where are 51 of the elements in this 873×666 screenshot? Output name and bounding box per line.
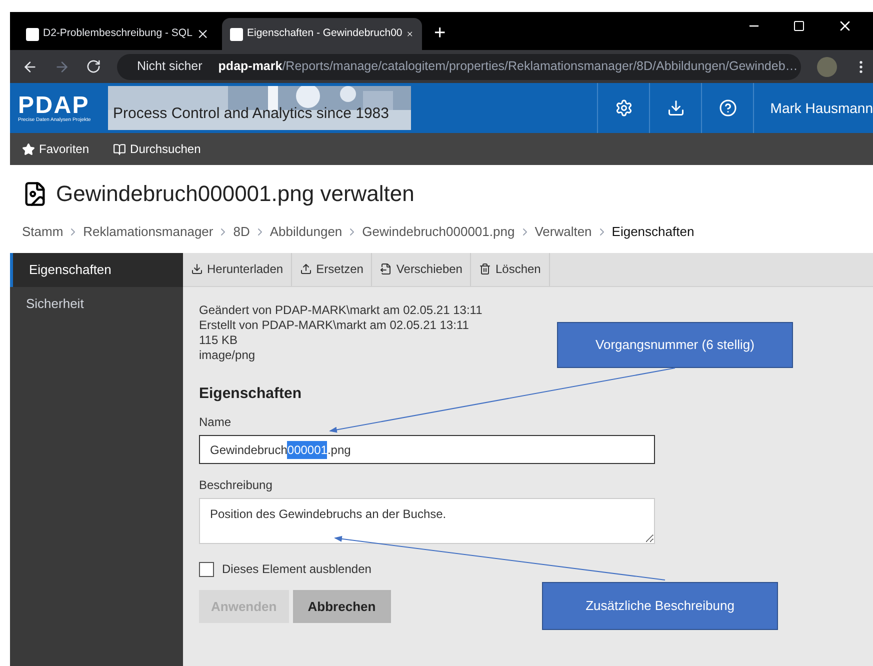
new-tab-button[interactable]: + <box>426 18 454 50</box>
forward-icon[interactable] <box>54 58 70 74</box>
field-label: Name <box>199 414 232 431</box>
help-icon[interactable] <box>718 99 737 117</box>
url-text: pdap-mark/Reports/manage/catalogitem/properties/Reklamationsmanager/8D/Abbildungen/Gewindeb… <box>218 58 798 76</box>
settings-icon[interactable] <box>614 99 633 117</box>
breadcrumb: Eigenschaften <box>612 223 694 241</box>
breadcrumb[interactable]: 8D <box>233 222 250 242</box>
meta-text: 115 KB <box>199 332 238 348</box>
checkbox[interactable] <box>199 562 214 576</box>
browser-tab[interactable]: Eigenschaften - Gewindebruch00 <box>222 18 422 50</box>
callout-box: Vorgangsnummer (6 stellig) <box>557 322 793 368</box>
meta-text: image/png <box>199 348 256 362</box>
cancel-button[interactable]: Abbrechen <box>292 590 391 623</box>
field-label: Beschreibung <box>199 477 272 494</box>
tab-title: D2-Problembeschreibung - SQL <box>43 26 192 42</box>
maximize-icon[interactable] <box>793 20 805 32</box>
file-arrow-icon[interactable] <box>380 263 392 275</box>
security-label: Nicht sicher <box>137 58 202 76</box>
sidebar-item[interactable]: Eigenschaften <box>10 252 183 286</box>
download-icon[interactable] <box>191 263 203 275</box>
page-title: Gewindebruch000001.png verwalten <box>56 180 414 208</box>
star-icon[interactable] <box>22 142 35 156</box>
breadcrumb[interactable]: Abbildungen <box>270 222 342 242</box>
toolbar-button[interactable]: Ersetzen <box>316 260 364 278</box>
sidebar-item[interactable]: Sicherheit <box>10 286 183 320</box>
section-title: Eigenschaften <box>199 384 302 404</box>
breadcrumb[interactable]: Reklamationsmanager <box>83 222 214 242</box>
description-field[interactable]: Position des Gewindebruchs an der Buchse. <box>199 498 655 544</box>
breadcrumb[interactable]: Gewindebruch000001.png <box>362 222 515 242</box>
book-icon[interactable] <box>113 142 126 156</box>
toolbar-button[interactable]: Herunterladen <box>207 260 284 278</box>
address-bar[interactable]: Nicht sicher pdap-mark/Reports/manage/catalogitem/properties/Reklamationsmanager/8D/Abbildungen/Gewindeb… <box>117 54 801 80</box>
toolbar-button[interactable]: Löschen <box>495 260 541 278</box>
callout-box: Zusätzliche Beschreibung <box>542 582 778 630</box>
download-icon[interactable] <box>666 99 685 117</box>
checkbox-label: Dieses Element ausblenden <box>222 561 372 578</box>
breadcrumb[interactable]: Verwalten <box>534 222 592 242</box>
tab-title: Eigenschaften - Gewindebruch00 <box>247 26 402 42</box>
name-field[interactable]: Gewindebruch000001.png <box>199 435 655 464</box>
nav-link[interactable]: Favoriten <box>39 140 90 158</box>
reload-icon[interactable] <box>86 59 101 74</box>
nav-link[interactable]: Durchsuchen <box>130 140 201 158</box>
trash-icon[interactable] <box>479 263 492 275</box>
meta-text: Geändert von PDAP-MARK\markt am 02.05.21 13:11 <box>199 302 482 318</box>
back-icon[interactable] <box>22 58 38 74</box>
breadcrumb[interactable]: Stamm <box>22 222 64 242</box>
banner-text: Process Control and Analytics since 1983 <box>113 104 389 124</box>
upload-icon[interactable] <box>300 263 312 275</box>
meta-text: Erstellt von PDAP-MARK\markt am 02.05.21 13:11 <box>199 318 469 332</box>
toolbar-button[interactable]: Verschieben <box>396 260 462 278</box>
